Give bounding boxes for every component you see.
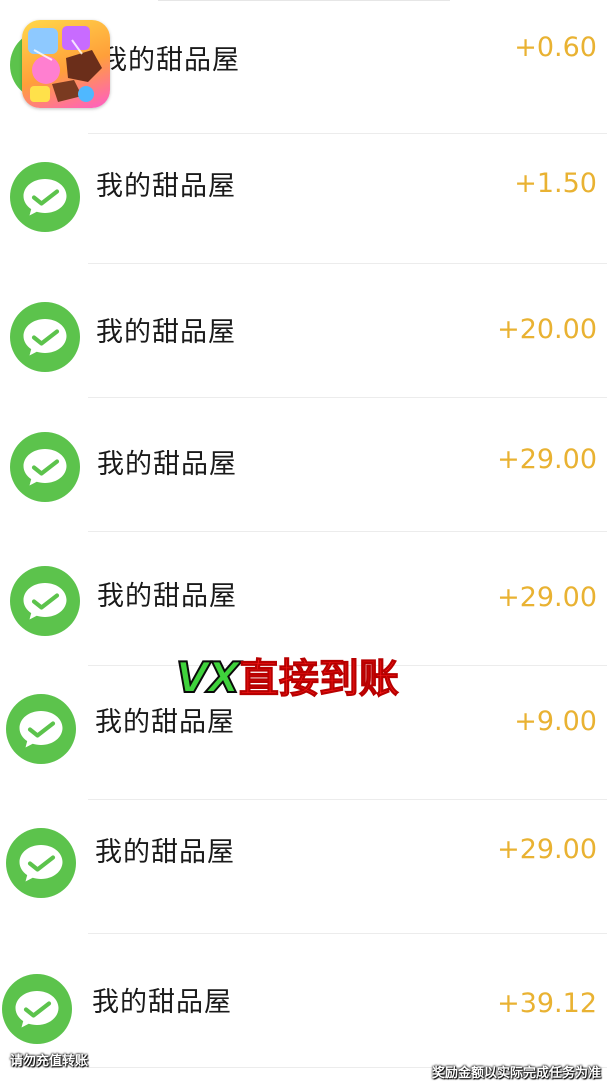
transaction-amount: +9.00 (514, 706, 597, 737)
transaction-row[interactable]: 我的甜品屋 +20.00 (0, 264, 607, 398)
transaction-amount: +29.00 (497, 444, 597, 475)
caption-right: 奖励金额以实际完成任务为准 (431, 1066, 601, 1081)
wechat-pay-icon (6, 828, 76, 898)
transaction-name: 我的甜品屋 (95, 837, 235, 868)
wechat-pay-icon (6, 694, 76, 764)
transaction-row[interactable]: 我的甜品屋 +1.50 (0, 130, 607, 264)
promo-vx-text: VX (175, 652, 241, 703)
wechat-pay-icon (10, 432, 80, 502)
transaction-name: 我的甜品屋 (92, 987, 232, 1018)
transaction-name: 我的甜品屋 (97, 581, 237, 612)
wechat-pay-icon (10, 162, 80, 232)
transaction-amount: +20.00 (497, 314, 597, 345)
transaction-amount: +0.60 (514, 32, 597, 63)
wechat-pay-icon (10, 302, 80, 372)
wechat-pay-icon (10, 566, 80, 636)
transaction-amount: +29.00 (497, 834, 597, 865)
transaction-amount: +29.00 (497, 582, 597, 613)
caption-left: 请勿充值转账 (10, 1054, 89, 1069)
transaction-name: 我的甜品屋 (97, 449, 237, 480)
transaction-name: 我的甜品屋 (95, 707, 235, 738)
transaction-name: 我的甜品屋 (96, 317, 236, 348)
transaction-name: 我的甜品屋 (96, 171, 236, 202)
wechat-pay-icon (2, 974, 72, 1044)
transaction-row[interactable]: 我的甜品屋 +39.12 (0, 934, 607, 1068)
transaction-row[interactable]: 我的甜品屋 +29.00 (0, 800, 607, 934)
promo-banner: VX直接到账 (175, 646, 399, 703)
transaction-amount: +39.12 (497, 988, 597, 1019)
transaction-name: 我的甜品屋 (100, 45, 240, 76)
transaction-amount: +1.50 (514, 168, 597, 199)
dessert-game-app-icon (22, 20, 110, 108)
promo-arrive-text: 直接到账 (238, 656, 399, 703)
transaction-row[interactable]: 我的甜品屋 +29.00 (0, 398, 607, 532)
